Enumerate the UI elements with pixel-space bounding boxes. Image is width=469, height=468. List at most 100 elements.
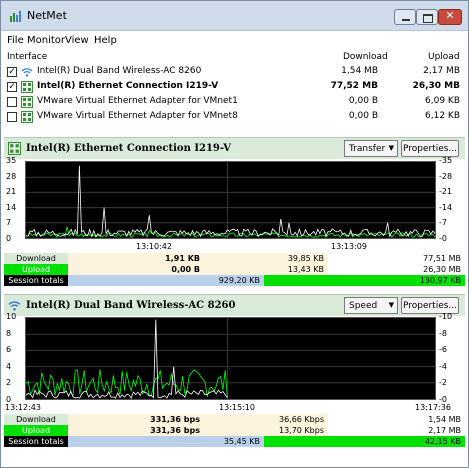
stats-average: 13,43 KB <box>204 264 328 275</box>
time-label: 13:10:42 <box>136 242 172 251</box>
y-tick-label: 0 <box>6 234 12 243</box>
session-totals-row: Session totals 35,45 KB 42,15 KB <box>4 436 465 447</box>
stats-total: 2,17 MB <box>328 425 465 436</box>
stats-total: 1,54 MB <box>328 414 465 425</box>
close-button[interactable]: ✕ <box>438 9 462 25</box>
stats-current: 331,36 bps <box>68 414 204 425</box>
y-tick-label: 21 <box>6 187 17 197</box>
y-tick-label: 10 <box>6 312 17 321</box>
stats-row-label: Upload <box>4 425 68 436</box>
maximize-button[interactable] <box>416 9 438 25</box>
stats-row: Upload 0,00 B 13,43 KB 26,30 MB <box>4 264 465 275</box>
y-tick-label: -2 <box>439 378 447 388</box>
session-totals-row: Session totals 929,20 KB 130,97 KB <box>4 275 465 286</box>
y-tick-label: 4 <box>6 361 12 371</box>
menu-help[interactable]: Help <box>94 35 117 46</box>
y-tick-label: -4 <box>439 361 447 371</box>
menu-view[interactable]: View <box>65 35 89 46</box>
ethernet-icon <box>21 96 33 108</box>
time-label: 13:17:36 <box>415 403 451 412</box>
stats-row: Download 1,91 KB 39,85 KB 77,51 MB <box>4 253 465 264</box>
col-header-upload[interactable]: Upload <box>428 52 460 62</box>
stats-row-label: Download <box>4 414 68 425</box>
y-tick-label: 8 <box>6 328 12 338</box>
panel-title: Intel(R) Ethernet Connection I219-V <box>26 143 232 154</box>
traffic-chart <box>25 317 437 401</box>
stats-row: Upload 331,36 bps 13,70 Kbps 2,17 MB <box>4 425 465 436</box>
session-total-download: 35,45 KB <box>68 436 264 447</box>
stats-row-label: Download <box>4 253 68 264</box>
interface-name: Intel(R) Dual Band Wireless-AC 8260 <box>37 66 202 76</box>
panel-title: Intel(R) Dual Band Wireless-AC 8260 <box>26 300 236 311</box>
interface-row[interactable]: VMware Virtual Ethernet Adapter for VMne… <box>1 110 468 124</box>
y-tick-label: -10 <box>439 312 453 321</box>
interface-download: 77,52 MB <box>330 81 378 91</box>
download-series <box>25 165 438 238</box>
minimize-button[interactable] <box>394 9 416 25</box>
menu-monitor[interactable]: Monitor <box>27 35 65 46</box>
interface-checkbox[interactable]: ✓ <box>7 67 17 77</box>
y-tick-label: 14 <box>6 202 17 212</box>
traffic-graph <box>25 318 437 401</box>
session-totals-label: Session totals <box>4 436 68 447</box>
netmet-window: NetMet ✕ File Monitor View Help Interfac… <box>0 0 469 468</box>
ethernet-icon <box>8 142 21 155</box>
panel-header: Intel(R) Ethernet Connection I219-V Trans… <box>4 137 465 159</box>
interface-upload: 6,09 KB <box>425 96 460 106</box>
time-label: 13:13:09 <box>331 242 367 251</box>
download-series <box>25 319 228 399</box>
mode-select[interactable]: Speed <box>344 297 398 314</box>
stats-total: 77,51 MB <box>328 253 465 264</box>
traffic-chart <box>25 161 438 240</box>
interface-checkbox[interactable] <box>7 112 17 122</box>
y-tick-label: 7 <box>6 218 12 228</box>
y-tick-label: -8 <box>439 328 447 338</box>
y-tick-label: -7 <box>439 218 447 228</box>
stats-total: 26,30 MB <box>328 264 465 275</box>
y-tick-label: 28 <box>6 171 17 181</box>
interface-row[interactable]: ✓ Intel(R) Ethernet Connection I219-V 77,5… <box>1 80 468 94</box>
session-totals-label: Session totals <box>4 275 68 286</box>
window-title: NetMet <box>27 9 67 22</box>
interface-checkbox[interactable] <box>7 97 17 107</box>
panel-header: Intel(R) Dual Band Wireless-AC 8260 Speed… <box>4 294 465 316</box>
y-tick-label: 35 <box>6 156 17 165</box>
y-tick-label: -6 <box>439 345 447 355</box>
stats-current: 0,00 B <box>68 264 204 275</box>
y-tick-label: -28 <box>439 171 453 181</box>
interface-upload: 6,12 KB <box>425 111 460 121</box>
col-header-download[interactable]: Download <box>343 52 388 62</box>
interface-upload: 26,30 MB <box>412 81 460 91</box>
interface-download: 0,00 B <box>348 111 378 121</box>
properties-button[interactable]: Properties... <box>401 140 459 157</box>
wifi-icon <box>21 68 33 77</box>
menu-file[interactable]: File <box>7 35 24 46</box>
y-tick-label: -14 <box>439 202 453 212</box>
network-meter-icon <box>10 11 21 22</box>
time-label: 13:12:43 <box>5 403 41 412</box>
interface-checkbox[interactable]: ✓ <box>7 82 17 92</box>
stats-row: Download 331,36 bps 36,66 Kbps 1,54 MB <box>4 414 465 425</box>
stats-average: 39,85 KB <box>204 253 328 264</box>
ethernet-icon <box>21 111 33 123</box>
session-total-upload: 42,15 KB <box>264 436 465 447</box>
y-tick-label: 6 <box>6 345 12 355</box>
interface-download: 1,54 MB <box>341 66 378 76</box>
interface-row[interactable]: VMware Virtual Ethernet Adapter for VMne… <box>1 95 468 109</box>
stats-average: 13,70 Kbps <box>204 425 328 436</box>
session-total-download: 929,20 KB <box>68 275 264 286</box>
col-header-interface[interactable]: Interface <box>7 52 47 62</box>
interface-name: Intel(R) Ethernet Connection I219-V <box>37 81 219 91</box>
stats-average: 36,66 Kbps <box>204 414 328 425</box>
interface-upload: 2,17 MB <box>423 66 460 76</box>
interface-row[interactable]: ✓ Intel(R) Dual Band Wireless-AC 8260 1,54… <box>1 65 468 79</box>
mode-select[interactable]: Transfer <box>344 140 398 157</box>
y-tick-label: -0 <box>439 234 447 243</box>
interface-name: VMware Virtual Ethernet Adapter for VMne… <box>37 96 238 106</box>
close-icon: ✕ <box>445 9 455 22</box>
interface-download: 0,00 B <box>348 96 378 106</box>
y-tick-label: -35 <box>439 156 453 165</box>
stats-row-label: Upload <box>4 264 68 275</box>
y-tick-label: 2 <box>6 378 12 388</box>
time-label: 13:15:10 <box>219 403 255 412</box>
